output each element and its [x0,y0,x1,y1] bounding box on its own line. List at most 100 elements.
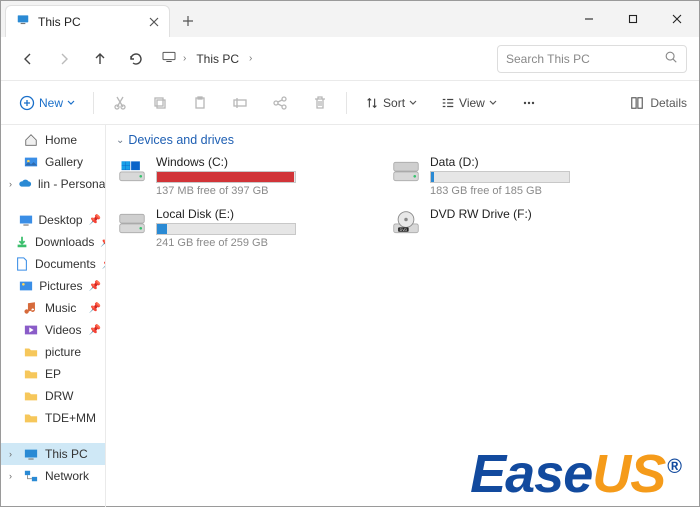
pin-icon: 📌 [89,215,101,226]
sidebar-item-music[interactable]: Music📌 [1,297,105,319]
cut-button[interactable] [106,88,134,118]
chevron-down-icon [409,99,417,107]
up-button[interactable] [85,44,115,74]
separator [346,92,347,114]
documents-icon [15,256,29,272]
home-icon [23,132,39,148]
drive-icon [118,209,146,237]
copy-button[interactable] [146,88,174,118]
pictures-icon [19,278,33,294]
gallery-icon [23,154,39,170]
sidebar-item-network[interactable]: ›Network [1,465,105,487]
search-input[interactable]: Search This PC [497,45,687,73]
tab-this-pc[interactable]: This PC [5,5,170,37]
videos-icon [23,322,39,338]
chevron-down-icon [67,99,75,107]
chevron-right-icon[interactable]: › [9,179,12,189]
sidebar-item-ep[interactable]: EP [1,363,105,385]
chevron-down-icon [489,99,497,107]
group-title: Devices and drives [128,133,234,147]
refresh-button[interactable] [121,44,151,74]
drive-icon [392,157,420,185]
view-label: View [459,96,485,110]
watermark: EaseUS® [470,447,681,501]
desktop-icon [19,212,33,228]
drive-meta: 183 GB free of 185 GB [430,185,638,197]
drive-item[interactable]: Windows (C:) 137 MB free of 397 GB [116,153,366,199]
forward-button[interactable] [49,44,79,74]
chevron-right-icon: › [249,53,252,64]
details-label: Details [650,96,687,110]
svg-text:DVD: DVD [400,228,408,232]
close-icon[interactable] [149,14,159,30]
pc-icon [161,49,177,68]
rename-button[interactable] [226,88,254,118]
sidebar-item-onedrive[interactable]: ›lin - Personal [1,173,105,195]
sidebar-item-tdemm[interactable]: TDE+MM [1,407,105,429]
back-button[interactable] [13,44,43,74]
drive-name: Local Disk (E:) [156,207,364,221]
sidebar-item-gallery[interactable]: Gallery [1,151,105,173]
sidebar-item-desktop[interactable]: Desktop📌 [1,209,105,231]
sidebar: Home Gallery ›lin - Personal Desktop📌 Do… [1,125,106,507]
sort-button[interactable]: Sort [359,88,423,118]
group-header[interactable]: ⌄ Devices and drives [116,131,689,153]
drive-name: Data (D:) [430,155,638,169]
folder-icon [23,410,39,426]
drive-name: Windows (C:) [156,155,364,169]
pc-icon [23,446,39,462]
close-window-button[interactable] [655,1,699,37]
tab-label: This PC [38,15,141,29]
drive-item[interactable]: DVD DVD RW Drive (F:) [390,205,640,251]
address-bar[interactable]: › This PC › [157,49,491,68]
search-icon [664,50,678,67]
downloads-icon [15,234,29,250]
new-label: New [39,96,63,110]
folder-icon [23,388,39,404]
chevron-right-icon: › [183,53,186,64]
network-icon [23,468,39,484]
drive-meta: 137 MB free of 397 GB [156,185,364,197]
sort-label: Sort [383,96,405,110]
separator [93,92,94,114]
music-icon [23,300,39,316]
chevron-down-icon: ⌄ [116,135,124,146]
sidebar-item-this-pc[interactable]: ›This PC [1,443,105,465]
search-placeholder: Search This PC [506,52,590,66]
breadcrumb[interactable]: This PC [192,50,243,68]
paste-button[interactable] [186,88,214,118]
sidebar-item-drw[interactable]: DRW [1,385,105,407]
minimize-button[interactable] [567,1,611,37]
capacity-bar [156,171,296,183]
new-tab-button[interactable] [170,5,206,37]
drive-item[interactable]: Data (D:) 183 GB free of 185 GB [390,153,640,199]
chevron-right-icon[interactable]: › [9,471,17,481]
folder-icon [23,344,39,360]
chevron-right-icon[interactable]: › [9,449,17,459]
maximize-button[interactable] [611,1,655,37]
drive-icon [118,157,146,185]
sidebar-item-downloads[interactable]: Downloads📌 [1,231,105,253]
sidebar-item-videos[interactable]: Videos📌 [1,319,105,341]
pin-icon: 📌 [89,325,101,336]
details-button[interactable]: Details [630,96,687,110]
delete-button[interactable] [306,88,334,118]
sidebar-item-pictures[interactable]: Pictures📌 [1,275,105,297]
capacity-bar [430,171,570,183]
pin-icon: 📌 [89,281,101,292]
folder-icon [23,366,39,382]
share-button[interactable] [266,88,294,118]
pin-icon: 📌 [89,303,101,314]
pc-icon [16,13,30,30]
drive-item[interactable]: Local Disk (E:) 241 GB free of 259 GB [116,205,366,251]
more-button[interactable] [515,88,543,118]
view-button[interactable]: View [435,88,503,118]
drive-name: DVD RW Drive (F:) [430,207,638,221]
sidebar-item-documents[interactable]: Documents📌 [1,253,105,275]
cloud-icon [18,176,32,192]
drive-meta: 241 GB free of 259 GB [156,237,364,249]
sidebar-item-picture[interactable]: picture [1,341,105,363]
drive-icon: DVD [392,209,420,237]
sidebar-item-home[interactable]: Home [1,129,105,151]
new-button[interactable]: New [13,88,81,118]
